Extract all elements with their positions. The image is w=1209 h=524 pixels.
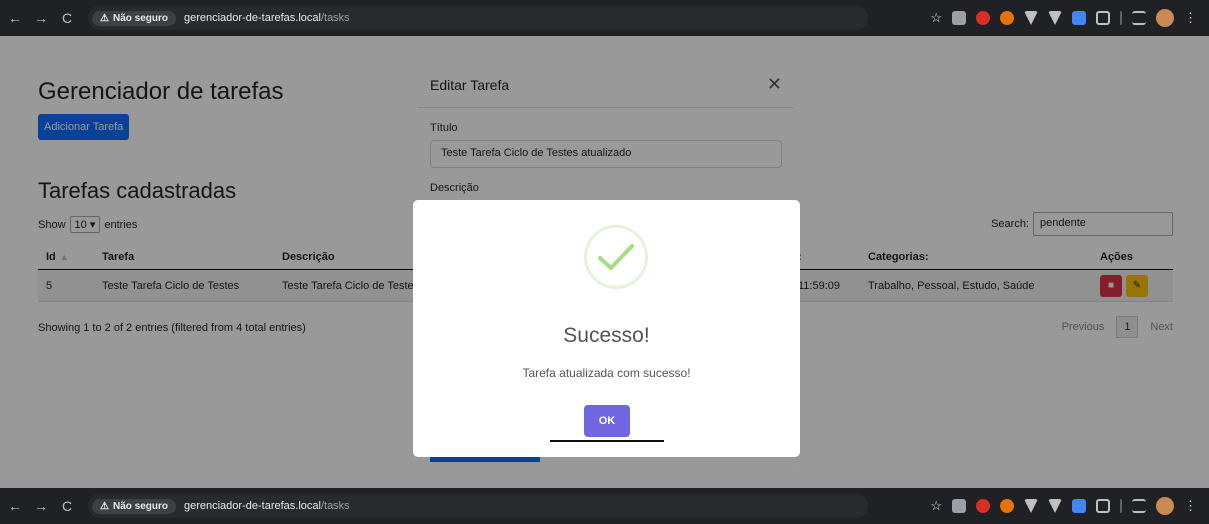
address-bar[interactable]: ⚠ Não seguro gerenciador-de-tarefas.loca…: [88, 494, 868, 518]
url-path: /tasks: [320, 500, 350, 512]
fire-extension-icon[interactable]: [1000, 11, 1014, 25]
extensions-area: ☆ ⋮: [930, 9, 1209, 27]
warning-icon: ⚠: [100, 12, 109, 24]
translate-extension-icon[interactable]: [1072, 499, 1086, 513]
menu-kebab-icon[interactable]: ⋮: [1184, 498, 1197, 514]
puzzle-extensions-icon[interactable]: [1096, 499, 1110, 513]
profile-avatar[interactable]: [1156, 497, 1174, 515]
record-extension-icon[interactable]: [976, 499, 990, 513]
reload-button[interactable]: C: [56, 498, 78, 514]
insecure-label: Não seguro: [112, 12, 168, 24]
security-chip[interactable]: ⚠ Não seguro: [92, 498, 176, 514]
menu-kebab-icon[interactable]: ⋮: [1184, 10, 1197, 26]
ok-button[interactable]: OK: [584, 405, 630, 437]
browser-toolbar-bottom: ← → C ⚠ Não seguro gerenciador-de-tarefa…: [0, 488, 1209, 524]
warning-icon: ⚠: [100, 500, 109, 512]
reading-list-icon[interactable]: [1132, 11, 1146, 25]
url-path: /tasks: [320, 12, 350, 24]
fire-extension-icon[interactable]: [1000, 499, 1014, 513]
address-bar[interactable]: ⚠ Não seguro gerenciador-de-tarefas.loca…: [88, 6, 868, 30]
back-button[interactable]: ←: [4, 10, 26, 26]
v-extension-icon[interactable]: [1024, 11, 1038, 25]
forward-button[interactable]: →: [30, 498, 52, 514]
toolbar-divider: [1120, 11, 1122, 25]
record-extension-icon[interactable]: [976, 11, 990, 25]
v-extension-2-icon[interactable]: [1048, 11, 1062, 25]
profile-avatar[interactable]: [1156, 9, 1174, 27]
bookmark-star-icon[interactable]: ☆: [930, 10, 942, 26]
puzzle-extensions-icon[interactable]: [1096, 11, 1110, 25]
success-dialog: Sucesso! Tarefa atualizada com sucesso! …: [413, 200, 800, 457]
bookmark-star-icon[interactable]: ☆: [930, 498, 942, 514]
security-chip[interactable]: ⚠ Não seguro: [92, 10, 176, 26]
success-title: Sucesso!: [563, 324, 650, 347]
camera-extension-icon[interactable]: [952, 11, 966, 25]
v-extension-2-icon[interactable]: [1048, 499, 1062, 513]
focus-underline: [550, 440, 664, 442]
camera-extension-icon[interactable]: [952, 499, 966, 513]
reading-list-icon[interactable]: [1132, 499, 1146, 513]
reload-button[interactable]: C: [56, 10, 78, 26]
extensions-area: ☆ ⋮: [930, 497, 1209, 515]
success-check-icon: [584, 225, 648, 289]
translate-extension-icon[interactable]: [1072, 11, 1086, 25]
v-extension-icon[interactable]: [1024, 499, 1038, 513]
success-text: Tarefa atualizada com sucesso!: [522, 366, 691, 380]
back-button[interactable]: ←: [4, 498, 26, 514]
insecure-label: Não seguro: [112, 500, 168, 512]
forward-button[interactable]: →: [30, 10, 52, 26]
url-host: gerenciador-de-tarefas.local: [183, 500, 321, 512]
toolbar-divider: [1120, 499, 1122, 513]
browser-toolbar: ← → C ⚠ Não seguro gerenciador-de-tarefa…: [0, 0, 1209, 36]
url-host: gerenciador-de-tarefas.local: [183, 12, 321, 24]
